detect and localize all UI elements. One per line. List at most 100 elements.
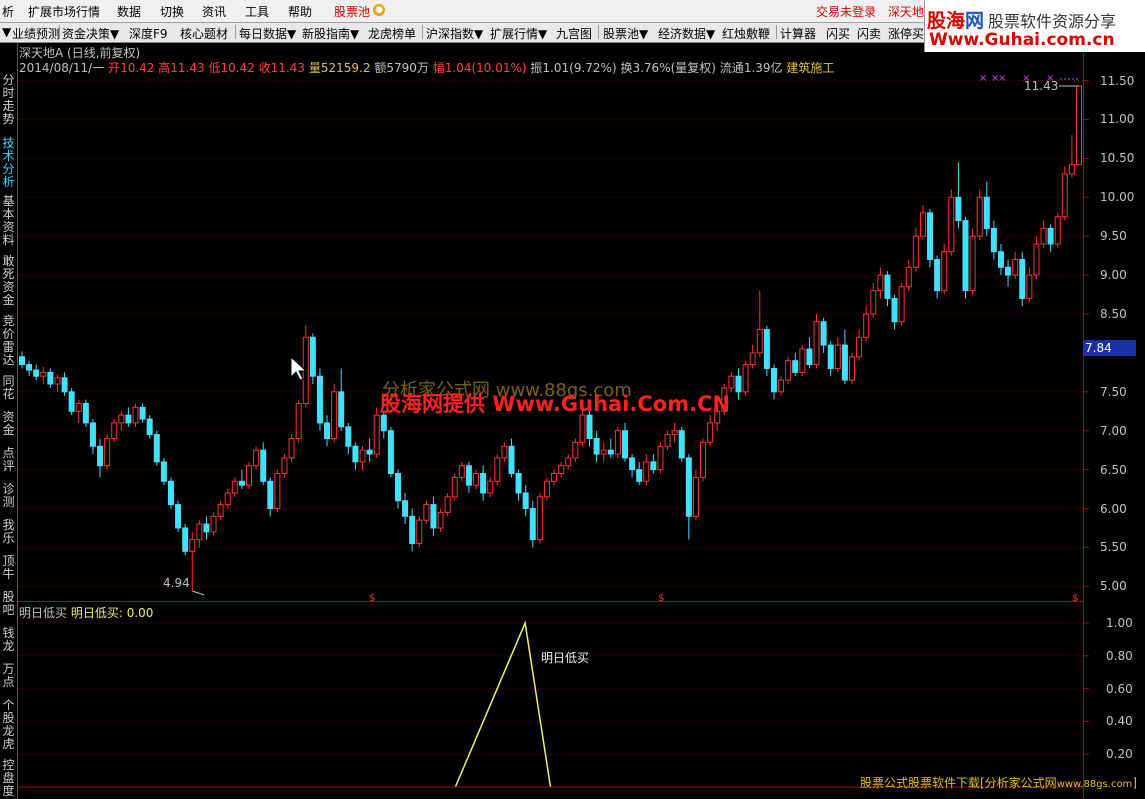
candle-body	[678, 430, 685, 459]
candle-body	[543, 480, 550, 498]
candle-body	[905, 266, 912, 288]
candle-body	[288, 437, 295, 459]
candle-body	[629, 457, 636, 471]
candle-body	[742, 364, 749, 393]
candle-body	[473, 473, 480, 486]
candle-body	[728, 375, 735, 389]
price-tick-label: 11.50	[1100, 73, 1135, 88]
candle-body	[217, 504, 224, 517]
candle-body	[416, 519, 423, 545]
indicator-name[interactable]: 明日低买	[19, 606, 67, 620]
candle-body	[480, 473, 487, 494]
indicator-tick-label: 0.40	[1106, 714, 1133, 729]
indicator-tick-label: 0.60	[1106, 681, 1133, 696]
candle-body	[579, 414, 586, 443]
candle-body	[182, 527, 189, 552]
candle-body	[295, 402, 302, 439]
candle-body	[820, 321, 827, 346]
price-tick-label: 9.50	[1100, 229, 1127, 244]
candle-body	[976, 196, 983, 237]
candle-body	[877, 274, 884, 292]
candle-body	[210, 515, 217, 533]
price-tick-label: 7.00	[1100, 423, 1127, 438]
candle-body	[650, 461, 657, 471]
candle-body	[756, 329, 763, 354]
candle-body	[572, 441, 579, 459]
candle-body	[636, 469, 643, 482]
logo-slogan: 股票软件资源分享	[988, 12, 1117, 31]
candle-body	[983, 196, 990, 229]
candle-body	[643, 461, 650, 482]
candle-body	[692, 476, 699, 517]
candle-body	[827, 344, 834, 369]
candle-body	[104, 437, 111, 467]
candle-body	[884, 274, 891, 299]
candle-body	[309, 336, 316, 377]
candle-body	[451, 476, 458, 498]
candle-body	[40, 371, 47, 377]
sell-x-mark: ×	[979, 73, 987, 84]
candle-body	[1061, 173, 1068, 218]
logo-brand-b: 网	[965, 10, 985, 32]
candle-body	[118, 414, 125, 424]
footer-text: 股票公式股票软件下载[分析家公式网	[860, 776, 1057, 790]
candle-body	[387, 430, 394, 475]
candle-body	[621, 430, 628, 459]
candle-body	[274, 473, 281, 510]
price-tick-label: 10.00	[1100, 190, 1135, 205]
candle-body	[423, 504, 430, 521]
candle-body	[89, 422, 96, 447]
signal-dollar-marker: $	[1072, 593, 1078, 604]
price-tick-label: 9.00	[1100, 268, 1127, 283]
candle-body	[834, 344, 841, 369]
footer-credit[interactable]: 股票公式股票软件下载[分析家公式网www.88gs.com]	[860, 774, 1137, 791]
indicator-tick-label: 1.00	[1106, 616, 1133, 630]
candle-body	[1040, 227, 1047, 245]
candle-body	[671, 430, 678, 436]
watermark-guhai: 股海网提供 Www.Guhai.Com.CN	[380, 392, 731, 416]
candle-body	[267, 480, 274, 510]
candle-body	[586, 414, 593, 439]
signal-dollar-marker: $	[369, 593, 375, 604]
candle-body	[607, 449, 614, 455]
candle-body	[749, 352, 756, 366]
candle-body	[238, 480, 245, 486]
candle-body	[97, 445, 104, 467]
candle-body	[955, 196, 962, 222]
low-marker-line	[192, 590, 205, 596]
candle-body	[508, 445, 515, 475]
candle-body	[1054, 216, 1061, 245]
candle-body	[75, 402, 82, 412]
logo-brand-a: 股海	[927, 10, 966, 32]
candle-body	[1005, 266, 1012, 276]
candle-body	[969, 235, 976, 292]
candle-body	[231, 480, 238, 494]
candle-body	[934, 259, 941, 292]
candle-body	[430, 504, 437, 529]
candle-body	[593, 437, 600, 455]
candle-body	[345, 426, 352, 447]
candle-body	[47, 371, 54, 385]
candle-body	[515, 473, 522, 494]
candle-body	[352, 445, 359, 463]
candle-body	[125, 414, 132, 424]
candle-body	[224, 492, 231, 506]
candle-body	[54, 377, 61, 385]
candle-body	[487, 480, 494, 494]
candle-body	[203, 523, 210, 533]
candle-body	[785, 360, 792, 381]
price-tick-label: 6.00	[1100, 501, 1127, 516]
pane-divider[interactable]	[18, 601, 1083, 602]
candle-body	[990, 227, 997, 253]
low-price-label: 4.94	[163, 576, 190, 590]
candle-body	[260, 449, 267, 482]
candle-body	[778, 379, 785, 393]
marks-layer: × ×× × ×$ $ $	[18, 73, 1083, 788]
candle-body	[153, 434, 160, 463]
candle-body	[912, 235, 919, 268]
candle-body	[863, 313, 870, 338]
candle-body	[175, 504, 182, 529]
signal-dollar-marker: $	[658, 593, 664, 604]
candle-body	[529, 508, 536, 541]
candle-body	[799, 348, 806, 373]
